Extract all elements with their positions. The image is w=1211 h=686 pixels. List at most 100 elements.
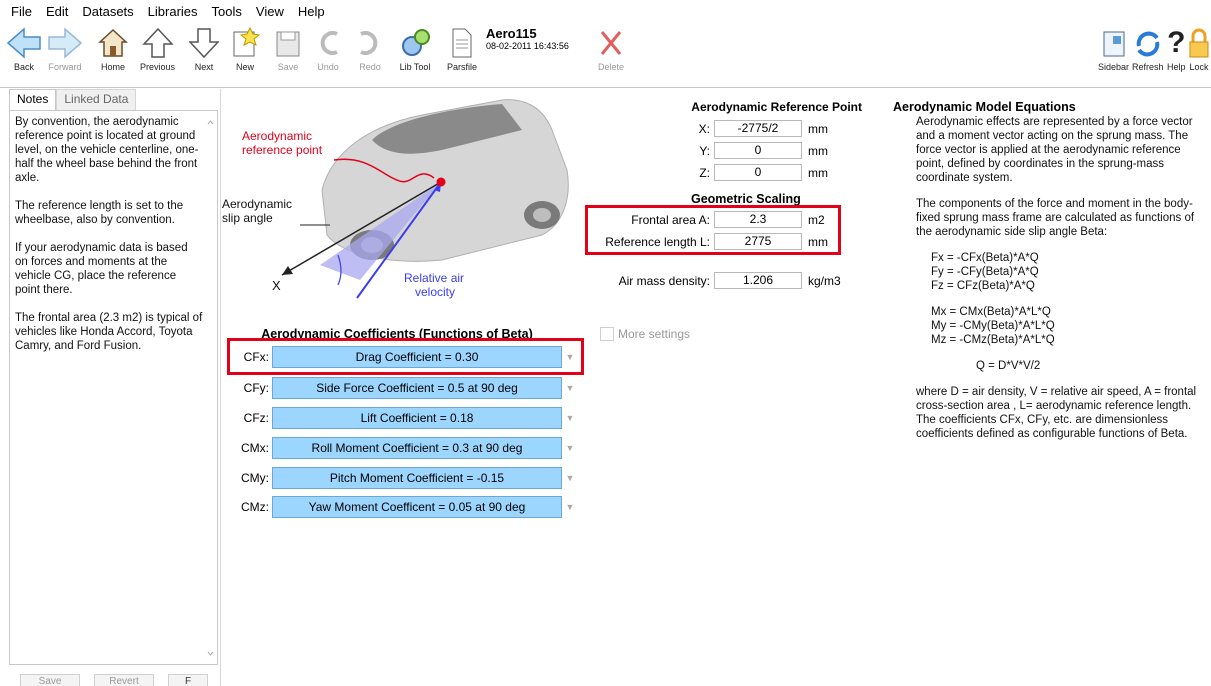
menu-bar: File Edit Datasets Libraries Tools View … (0, 0, 1211, 22)
frontal-area-label: Frontal area A: (631, 212, 710, 227)
help-label: Help (1167, 62, 1186, 72)
menu-view[interactable]: View (249, 4, 291, 19)
parsfile-label: Parsfile (447, 62, 478, 72)
undo-button[interactable]: Undo (313, 24, 343, 72)
down-arrow-icon (189, 24, 219, 62)
reference-length-unit: mm (808, 234, 828, 249)
reference-length-label: Reference length L: (605, 234, 710, 249)
air-density-input[interactable]: 1.206 (714, 272, 802, 289)
question-mark-icon: ? (1167, 26, 1186, 59)
x-axis-caption: X (272, 278, 281, 293)
equation-mx: Mx = CMx(Beta)*A*L*Q (931, 306, 1051, 318)
lib-tool-label: Lib Tool (399, 62, 431, 72)
home-button[interactable]: Home (98, 24, 128, 72)
cmx-dataset-link[interactable]: Roll Moment Coefficient = 0.3 at 90 deg (272, 437, 562, 459)
new-label: New (235, 62, 254, 72)
menu-help[interactable]: Help (291, 4, 332, 19)
ref-z-input[interactable]: 0 (714, 164, 802, 181)
tab-linked-data[interactable]: Linked Data (56, 89, 137, 110)
dataset-date: 08-02-2011 16:43:56 (486, 41, 569, 51)
reference-length-input[interactable]: 2775 (714, 233, 802, 250)
menu-libraries[interactable]: Libraries (141, 4, 205, 19)
ref-x-input[interactable]: -2775/2 (714, 120, 802, 137)
sidebar-label: Sidebar (1098, 62, 1130, 72)
frontal-area-row: Frontal area A: 2.3 m2 (590, 211, 825, 228)
ref-x-row: X: -2775/2 mm (600, 120, 828, 137)
force-equations: Fx = -CFx(Beta)*A*Q Fy = -CFy(Beta)*A*Q … (916, 251, 1209, 293)
refpoint-caption-2: reference point (242, 143, 323, 157)
cfz-dataset-link[interactable]: Lift Coefficient = 0.18 (272, 407, 562, 429)
equation-fx: Fx = -CFx(Beta)*A*Q (931, 252, 1039, 264)
menu-edit[interactable]: Edit (39, 4, 75, 19)
tab-notes[interactable]: Notes (9, 89, 57, 110)
redo-icon (355, 24, 385, 62)
lib-tool-button[interactable]: Lib Tool (398, 24, 432, 72)
refresh-icon (1133, 24, 1163, 62)
slip-caption-1: Aerodynamic (222, 197, 292, 211)
parsfile-button[interactable]: Parsfile (447, 24, 477, 72)
cmx-dropdown-arrow-icon[interactable]: ▼ (562, 437, 578, 459)
forward-button[interactable]: Forward (47, 24, 83, 72)
ref-y-unit: mm (808, 143, 828, 158)
ref-z-unit: mm (808, 165, 828, 180)
equations-paragraph: Aerodynamic effects are represented by a… (916, 116, 1193, 184)
refpoint-title: Aerodynamic Reference Point (691, 100, 862, 114)
air-density-unit: kg/m3 (808, 273, 841, 288)
toolbar: Back Forward Home Previous Next New Save (0, 22, 1211, 88)
cmy-dataset-link[interactable]: Pitch Moment Coefficient = -0.15 (272, 467, 562, 489)
equation-fz: Fz = CFz(Beta)*A*Q (931, 280, 1035, 292)
redo-button[interactable]: Redo (355, 24, 385, 72)
ref-y-input[interactable]: 0 (714, 142, 802, 159)
help-button[interactable]: ? Help (1167, 24, 1186, 72)
refresh-button[interactable]: Refresh (1132, 24, 1164, 72)
sidebar-button[interactable]: Sidebar (1098, 24, 1129, 72)
notes-f-button[interactable]: F (168, 674, 208, 686)
menu-tools[interactable]: Tools (205, 4, 249, 19)
notes-panel[interactable]: By convention, the aerodynamic reference… (9, 110, 218, 665)
save-button[interactable]: Save (275, 24, 301, 72)
cmz-dropdown-arrow-icon[interactable]: ▼ (562, 496, 578, 518)
cfx-row: CFx: Drag Coefficient = 0.30 ▼ (232, 345, 578, 369)
notes-revert-button[interactable]: Revert (94, 674, 154, 686)
notes-save-button[interactable]: Save (20, 674, 80, 686)
menu-file[interactable]: File (4, 4, 39, 19)
gear-icon (398, 24, 432, 62)
note-paragraph: The reference length is set to the wheel… (15, 200, 184, 226)
forward-arrow-icon (47, 24, 83, 62)
document-icon (450, 24, 474, 62)
lock-button[interactable]: Lock (1188, 24, 1210, 72)
cfz-dropdown-arrow-icon[interactable]: ▼ (562, 407, 578, 429)
ref-x-unit: mm (808, 121, 828, 136)
new-button[interactable]: New (230, 24, 260, 72)
previous-button[interactable]: Previous (140, 24, 175, 72)
back-arrow-icon (6, 24, 42, 62)
cfy-dropdown-arrow-icon[interactable]: ▼ (562, 377, 578, 399)
cfy-dataset-link[interactable]: Side Force Coefficient = 0.5 at 90 deg (272, 377, 562, 399)
redo-label: Redo (359, 62, 381, 72)
lock-label: Lock (1189, 62, 1209, 72)
delete-button[interactable]: Delete (598, 24, 624, 72)
notes-scrollbar[interactable] (205, 112, 216, 663)
cfx-dropdown-arrow-icon[interactable]: ▼ (562, 346, 578, 368)
ref-z-row: Z: 0 mm (600, 164, 828, 181)
sidebar-icon (1101, 24, 1127, 62)
reference-length-row: Reference length L: 2775 mm (590, 233, 828, 250)
more-settings-checkbox[interactable] (600, 327, 614, 341)
notes-buttons: Save Revert F (20, 674, 208, 686)
home-label: Home (100, 62, 125, 72)
note-paragraph: By convention, the aerodynamic reference… (15, 116, 199, 184)
cmz-dataset-link[interactable]: Yaw Moment Coefficent = 0.05 at 90 deg (272, 496, 562, 518)
cmy-dropdown-arrow-icon[interactable]: ▼ (562, 467, 578, 489)
frontal-area-input[interactable]: 2.3 (714, 211, 802, 228)
cmy-row: CMy: Pitch Moment Coefficient = -0.15 ▼ (232, 466, 578, 490)
back-button[interactable]: Back (6, 24, 42, 72)
air-density-label: Air mass density: (618, 273, 710, 288)
next-button[interactable]: Next (189, 24, 219, 72)
more-settings[interactable]: More settings (600, 327, 690, 341)
air-caption-2: velocity (415, 285, 455, 299)
cfx-dataset-link[interactable]: Drag Coefficient = 0.30 (272, 346, 562, 368)
more-settings-label: More settings (618, 327, 691, 341)
home-icon (98, 24, 128, 62)
equation-q: Q = D*V*V/2 (976, 360, 1041, 372)
menu-datasets[interactable]: Datasets (75, 4, 140, 19)
